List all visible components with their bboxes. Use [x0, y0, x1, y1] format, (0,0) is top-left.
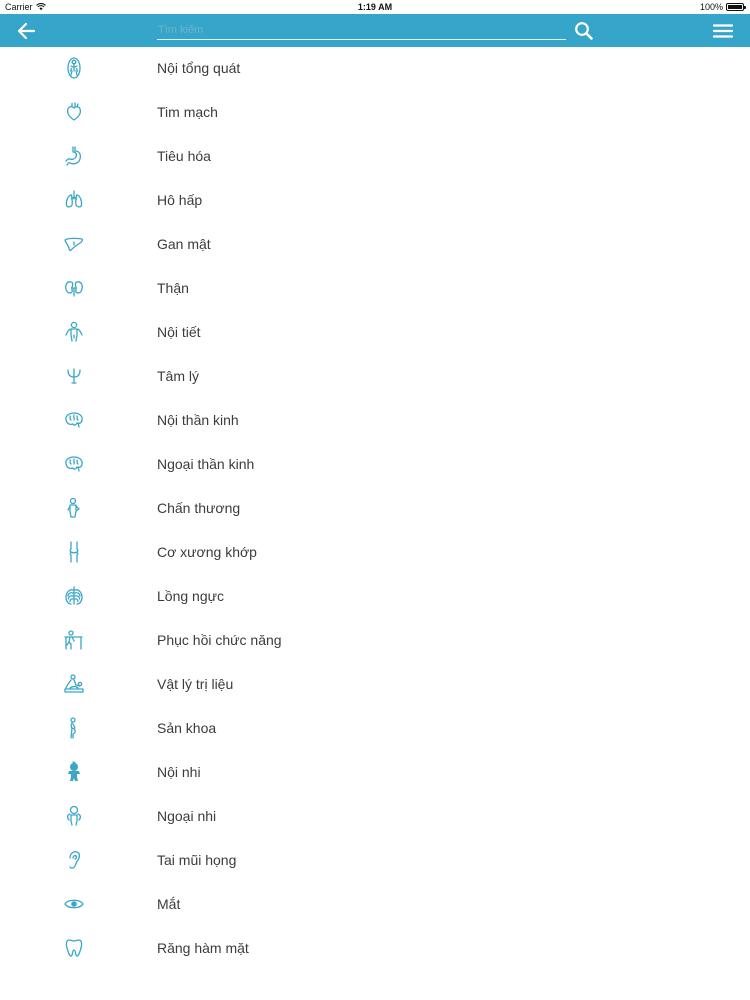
- body-icon: [67, 57, 81, 79]
- list-item-label: Tâm lý: [157, 368, 199, 384]
- liver-icon: [64, 237, 84, 252]
- list-item-label: Lồng ngực: [157, 588, 224, 604]
- list-item-label: Tim mạch: [157, 104, 218, 120]
- list-item-ngoai-nhi[interactable]: Ngoại nhi: [0, 794, 750, 838]
- rehabilitation-icon: [64, 630, 83, 650]
- list-item-noi-nhi[interactable]: Nội nhi: [0, 750, 750, 794]
- list-item-vat-ly-tri-lieu[interactable]: Vật lý trị liệu: [0, 662, 750, 706]
- kidney-icon: [65, 281, 83, 297]
- search-icon: [575, 22, 593, 40]
- list-item-label: Nội tiết: [157, 324, 201, 340]
- endocrine-icon: [65, 321, 83, 342]
- brain-icon: [65, 456, 83, 472]
- list-item-tam-ly[interactable]: Tâm lý: [0, 354, 750, 398]
- list-item-than[interactable]: Thận: [0, 266, 750, 310]
- battery-indicator: 100%: [699, 2, 746, 12]
- list-item-co-xuong-khop[interactable]: Cơ xương khớp: [0, 530, 750, 574]
- child-icon: [66, 805, 82, 826]
- list-item-label: Răng hàm mặt: [157, 940, 249, 956]
- list-item-noi-tong-quat[interactable]: Nội tổng quát: [0, 46, 750, 90]
- list-item-label: Tiêu hóa: [157, 148, 211, 164]
- list-item-gan-mat[interactable]: Gan mật: [0, 222, 750, 266]
- list-item-label: Chấn thương: [157, 500, 241, 516]
- ribcage-icon: [65, 586, 83, 605]
- hamburger-menu-icon: [713, 24, 733, 38]
- stomach-icon: [65, 146, 81, 166]
- baby-icon: [68, 761, 80, 781]
- list-item-label: Mắt: [157, 896, 181, 912]
- list-item-label: Thận: [157, 280, 189, 296]
- list-item-label: Nội nhi: [157, 764, 201, 780]
- search-input[interactable]: [157, 20, 566, 40]
- battery-percent: 100%: [699, 2, 723, 12]
- status-bar: Carrier 1:19 AM 100%: [0, 0, 750, 14]
- tooth-icon: [65, 939, 83, 957]
- pregnant-icon: [70, 717, 76, 739]
- search-button[interactable]: [572, 19, 596, 43]
- heart-icon: [67, 102, 81, 121]
- list-item-label: Ngoại thần kinh: [157, 456, 255, 472]
- list-item-label: Ngoại nhi: [157, 808, 217, 824]
- list-item-label: Hô hấp: [157, 192, 203, 208]
- list-item-tim-mach[interactable]: Tim mạch: [0, 90, 750, 134]
- arrow-left-icon: [17, 22, 36, 40]
- list-item-label: Nội tổng quát: [157, 60, 241, 76]
- navigation-bar: [0, 14, 750, 47]
- list-item-san-khoa[interactable]: Sản khoa: [0, 706, 750, 750]
- list-item-phuc-hoi-chuc-nang[interactable]: Phục hồi chức năng: [0, 618, 750, 662]
- list-item-label: Phục hồi chức năng: [157, 632, 282, 648]
- battery-icon: [726, 3, 746, 11]
- list-item-noi-than-kinh[interactable]: Nội thần kinh: [0, 398, 750, 442]
- injury-icon: [67, 497, 80, 518]
- joint-icon: [69, 541, 79, 563]
- list-item-label: Nội thần kinh: [157, 412, 239, 428]
- list-item-label: Tai mũi họng: [157, 852, 237, 868]
- list-item-noi-tiet[interactable]: Nội tiết: [0, 310, 750, 354]
- ear-icon: [69, 851, 81, 869]
- search-field[interactable]: [157, 20, 566, 40]
- list-item-ho-hap[interactable]: Hô hấp: [0, 178, 750, 222]
- list-item-chan-thuong[interactable]: Chấn thương: [0, 486, 750, 530]
- list-item-label: Gan mật: [157, 236, 211, 252]
- list-item-rang-ham-mat[interactable]: Răng hàm mặt: [0, 926, 750, 970]
- menu-button[interactable]: [710, 19, 736, 43]
- eye-icon: [64, 899, 84, 909]
- list-item-ngoai-than-kinh[interactable]: Ngoại thần kinh: [0, 442, 750, 486]
- list-item-mat[interactable]: Mắt: [0, 882, 750, 926]
- physiotherapy-icon: [64, 674, 84, 693]
- list-item-long-nguc[interactable]: Lồng ngực: [0, 574, 750, 618]
- lungs-icon: [65, 190, 83, 208]
- specialty-list: Nội tổng quát Tim mạch Tiêu hóa Hô hấp G…: [0, 46, 750, 970]
- list-item-label: Vật lý trị liệu: [157, 676, 234, 692]
- clock: 1:19 AM: [357, 2, 393, 12]
- brain-icon: [65, 412, 83, 428]
- back-button[interactable]: [12, 18, 40, 44]
- list-item-tieu-hoa[interactable]: Tiêu hóa: [0, 134, 750, 178]
- list-item-label: Sản khoa: [157, 720, 217, 736]
- psi-icon: [67, 368, 81, 384]
- list-item-label: Cơ xương khớp: [157, 544, 257, 560]
- list-item-tai-mui-hong[interactable]: Tai mũi họng: [0, 838, 750, 882]
